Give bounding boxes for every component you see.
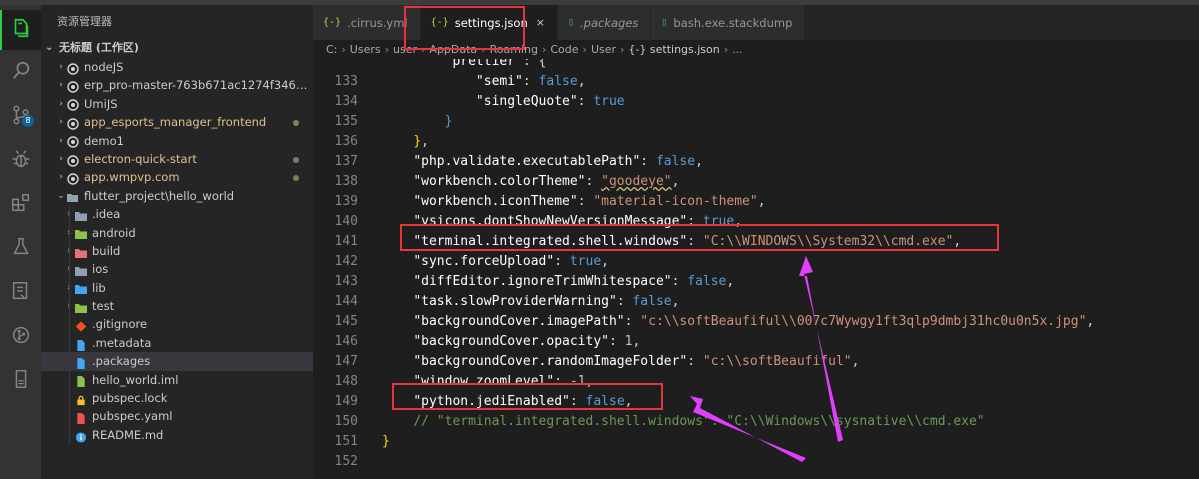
arrow-to-shell-line: [799, 256, 843, 442]
arrow-to-jedi-line: [690, 396, 806, 462]
annotation-arrows: [690, 256, 843, 462]
